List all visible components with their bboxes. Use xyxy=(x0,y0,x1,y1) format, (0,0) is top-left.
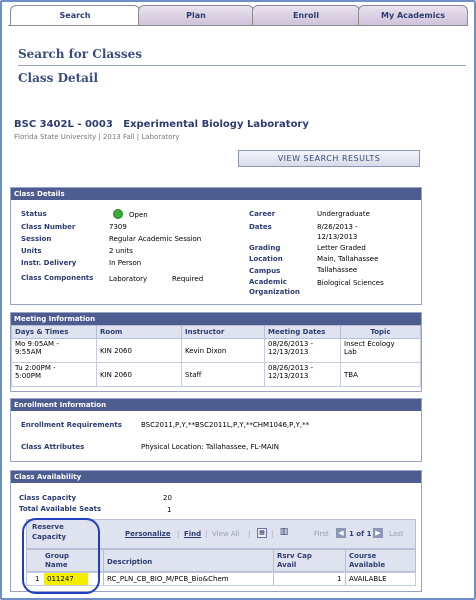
enrollment-info-header: Enrollment Information xyxy=(11,399,421,411)
class-attributes-label: Class Attributes xyxy=(21,443,85,451)
campus-label: Campus xyxy=(249,267,281,275)
col-rsrv-cap: Rsrv Cap xyxy=(277,552,312,560)
topic-cell: TBA xyxy=(340,362,421,387)
topic-cell: Insect Ecology xyxy=(344,340,395,348)
enrollment-requirements-label: Enrollment Requirements xyxy=(21,421,122,429)
col-description: Description xyxy=(107,558,153,566)
academic-label: Academic xyxy=(249,278,287,286)
tab-plan[interactable]: Plan xyxy=(138,5,254,25)
class-components-value: Laboratory xyxy=(109,275,148,283)
class-number-label: Class Number xyxy=(21,223,76,231)
academic-org-value: Biological Sciences xyxy=(317,279,384,287)
find-link[interactable]: Find xyxy=(184,530,201,538)
instructor-cell: Staff xyxy=(181,362,265,387)
instructor-cell: Kevin Dixon xyxy=(181,338,265,363)
table-row: Tu 2:00PM -5:00PM KIN 2060 Staff 08/26/2… xyxy=(11,362,421,387)
topic-cell-end: Lab xyxy=(344,348,357,356)
col-room: Room xyxy=(96,325,182,339)
personalize-link[interactable]: Personalize xyxy=(125,530,171,538)
days-times-cell: Mo 9:05AM - xyxy=(15,340,59,348)
view-all-link[interactable]: View All xyxy=(212,530,240,538)
campus-value: Tallahassee xyxy=(317,266,358,274)
col-avail: Avail xyxy=(277,561,297,569)
course-title: BSC 3402L - 0003 Experimental Biology La… xyxy=(14,119,309,130)
units-label: Units xyxy=(21,247,42,255)
range-text: 1 of 1 xyxy=(349,530,372,538)
enrollment-requirements-value: BSC2011,P,Y,**BSC2011L,P,Y,**CHM1046,P,Y… xyxy=(141,421,310,429)
grading-label: Grading xyxy=(249,244,281,252)
tab-divider xyxy=(8,25,468,26)
location-value: Main, Tallahassee xyxy=(317,255,379,263)
career-label: Career xyxy=(249,210,276,218)
days-times-cell: Tu 2:00PM - xyxy=(15,364,56,372)
last-link[interactable]: Last xyxy=(389,530,404,538)
session-value: Regular Academic Session xyxy=(109,235,202,243)
col-meeting-dates: Meeting Dates xyxy=(264,325,341,339)
class-availability-header: Class Availability xyxy=(11,471,421,483)
meeting-info-panel: Meeting Information Days & Times Room In… xyxy=(10,312,422,392)
tab-search[interactable]: Search xyxy=(10,5,140,26)
grid-icon[interactable]: ▥ xyxy=(279,528,289,538)
units-value: 2 units xyxy=(109,247,133,255)
table-row: Mo 9:05AM -9:55AM KIN 2060 Kevin Dixon 0… xyxy=(11,338,421,363)
career-value: Undergraduate xyxy=(317,210,370,218)
class-components-label: Class Components xyxy=(21,274,94,282)
next-arrow-icon[interactable]: ▶ xyxy=(373,528,383,538)
first-link[interactable]: First xyxy=(314,530,329,538)
class-capacity-label: Class Capacity xyxy=(19,494,77,502)
meeting-dates-cell-end: 12/13/2013 xyxy=(268,348,309,356)
col-course: Course xyxy=(349,552,377,560)
meeting-dates-cell: 08/26/2013 - xyxy=(268,364,314,372)
col-instructor: Instructor xyxy=(181,325,265,339)
meeting-info-header: Meeting Information xyxy=(11,313,421,325)
rsrv-cap-value: 1 xyxy=(337,575,342,583)
session-label: Session xyxy=(21,235,52,243)
location-label: Location xyxy=(249,255,283,263)
col-topic: Topic xyxy=(340,325,421,339)
prev-arrow-icon[interactable]: ◀ xyxy=(336,528,346,538)
class-details-panel: Class Details Status Open Class Number 7… xyxy=(10,187,422,305)
course-subtitle: Florida State University | 2013 Fall | L… xyxy=(14,133,180,141)
instr-delivery-value: In Person xyxy=(109,259,142,267)
status-open-icon xyxy=(113,209,123,219)
class-details-header: Class Details xyxy=(11,188,421,200)
dates-value-end: 12/13/2013 xyxy=(317,233,358,241)
course-available-value: AVAILABLE xyxy=(349,575,387,583)
download-icon[interactable]: ▦ xyxy=(257,528,267,538)
instr-delivery-label: Instr. Delivery xyxy=(21,259,77,267)
page-heading: Search for Classes xyxy=(18,47,143,61)
col-available: Available xyxy=(349,561,386,569)
page-subheading: Class Detail xyxy=(18,71,99,85)
meeting-dates-cell-end: 12/13/2013 xyxy=(268,372,309,380)
enrollment-info-panel: Enrollment Information Enrollment Requir… xyxy=(10,398,422,462)
room-cell: KIN 2060 xyxy=(96,338,182,363)
total-seats-value: 1 xyxy=(167,506,172,514)
meeting-table: Days & Times Room Instructor Meeting Dat… xyxy=(11,325,421,387)
status-value: Open xyxy=(129,211,148,219)
heading-divider xyxy=(18,65,466,66)
tab-enroll[interactable]: Enroll xyxy=(252,5,360,25)
description-value: RC_PLN_CB_BIO_M/PCB_Bio&Chem xyxy=(107,575,229,583)
tab-my-academics[interactable]: My Academics xyxy=(358,5,468,25)
status-label: Status xyxy=(21,210,47,218)
class-attributes-value: Physical Location: Tallahassee, FL-MAIN xyxy=(141,443,280,451)
meeting-dates-cell: 08/26/2013 - xyxy=(268,340,314,348)
days-times-cell-end: 5:00PM xyxy=(15,372,41,380)
total-seats-label: Total Available Seats xyxy=(19,505,102,513)
organization-label: Organization xyxy=(249,288,300,296)
annotation-circle xyxy=(22,518,100,594)
days-times-cell-end: 9:55AM xyxy=(15,348,42,356)
class-number-value: 7309 xyxy=(109,223,127,231)
room-cell: KIN 2060 xyxy=(96,362,182,387)
dates-value: 8/26/2013 - xyxy=(317,223,358,231)
tab-bar: Search Plan Enroll My Academics xyxy=(8,5,468,26)
grading-value: Letter Graded xyxy=(317,244,366,252)
col-days-times: Days & Times xyxy=(11,325,97,339)
view-search-results-button[interactable]: View Search Results xyxy=(238,150,420,167)
class-capacity-value: 20 xyxy=(163,494,172,502)
dates-label: Dates xyxy=(249,223,272,231)
class-components-extra: Required xyxy=(172,275,204,283)
